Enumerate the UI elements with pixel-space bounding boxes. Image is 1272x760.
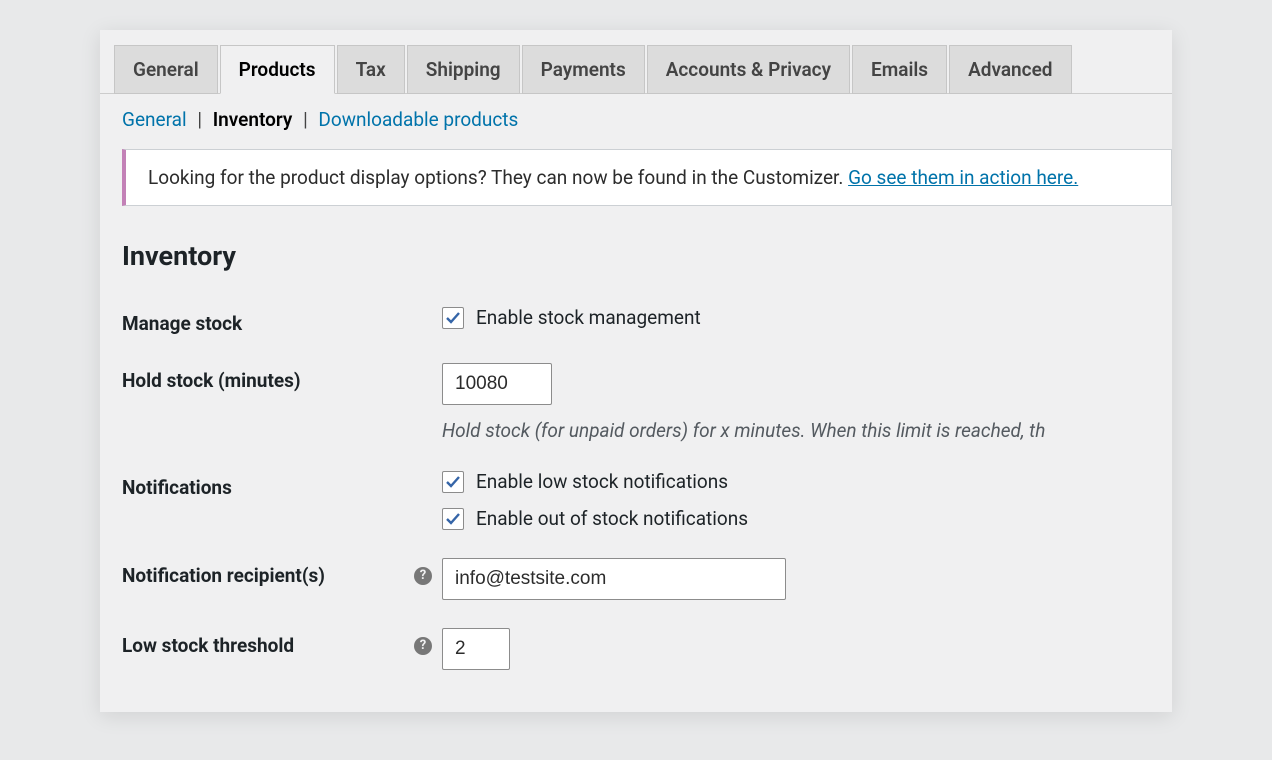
check-icon — [445, 474, 461, 490]
help-icon[interactable]: ? — [414, 567, 432, 585]
label-notifications: Notifications — [122, 470, 442, 499]
info-notice: Looking for the product display options?… — [122, 149, 1172, 206]
section-title: Inventory — [100, 206, 1172, 292]
checkbox-label-out-of-stock: Enable out of stock notifications — [476, 507, 748, 530]
tabs-nav: General Products Tax Shipping Payments A… — [100, 30, 1172, 94]
subtabs-nav: General | Inventory | Downloadable produ… — [100, 94, 1172, 149]
label-recipients: Notification recipient(s) — [122, 564, 325, 587]
subtab-inventory[interactable]: Inventory — [213, 108, 293, 131]
row-notifications: Notifications Enable low stock notificat… — [100, 456, 1172, 544]
subtab-downloadable[interactable]: Downloadable products — [318, 108, 518, 131]
row-hold-stock: Hold stock (minutes) Hold stock (for unp… — [100, 349, 1172, 456]
row-manage-stock: Manage stock Enable stock management — [100, 292, 1172, 349]
separator: | — [197, 108, 202, 131]
separator: | — [303, 108, 308, 131]
tab-shipping[interactable]: Shipping — [407, 45, 520, 94]
notice-text: Looking for the product display options?… — [148, 166, 848, 189]
tab-emails[interactable]: Emails — [852, 45, 947, 94]
row-recipients: Notification recipient(s) ? — [100, 544, 1172, 614]
label-low-threshold: Low stock threshold — [122, 634, 294, 657]
label-manage-stock: Manage stock — [122, 306, 442, 335]
notice-link[interactable]: Go see them in action here. — [848, 166, 1078, 189]
tab-general[interactable]: General — [114, 45, 218, 94]
checkbox-manage-stock[interactable] — [442, 307, 464, 329]
checkbox-low-stock[interactable] — [442, 471, 464, 493]
tab-advanced[interactable]: Advanced — [949, 45, 1071, 94]
checkbox-out-of-stock[interactable] — [442, 508, 464, 530]
input-recipients[interactable] — [442, 558, 786, 600]
label-hold-stock: Hold stock (minutes) — [122, 363, 442, 392]
subtab-general[interactable]: General — [122, 108, 187, 131]
check-icon — [445, 511, 461, 527]
desc-hold-stock: Hold stock (for unpaid orders) for x min… — [442, 419, 1045, 442]
row-low-threshold: Low stock threshold ? — [100, 614, 1172, 684]
help-icon[interactable]: ? — [414, 637, 432, 655]
settings-panel: General Products Tax Shipping Payments A… — [100, 30, 1172, 712]
tab-products[interactable]: Products — [220, 45, 335, 94]
check-icon — [445, 310, 461, 326]
input-hold-stock[interactable] — [442, 363, 552, 405]
input-low-threshold[interactable] — [442, 628, 510, 670]
checkbox-label-manage-stock: Enable stock management — [476, 306, 701, 329]
tab-tax[interactable]: Tax — [337, 45, 405, 94]
checkbox-label-low-stock: Enable low stock notifications — [476, 470, 728, 493]
tab-accounts-privacy[interactable]: Accounts & Privacy — [647, 45, 850, 94]
tab-payments[interactable]: Payments — [522, 45, 645, 94]
